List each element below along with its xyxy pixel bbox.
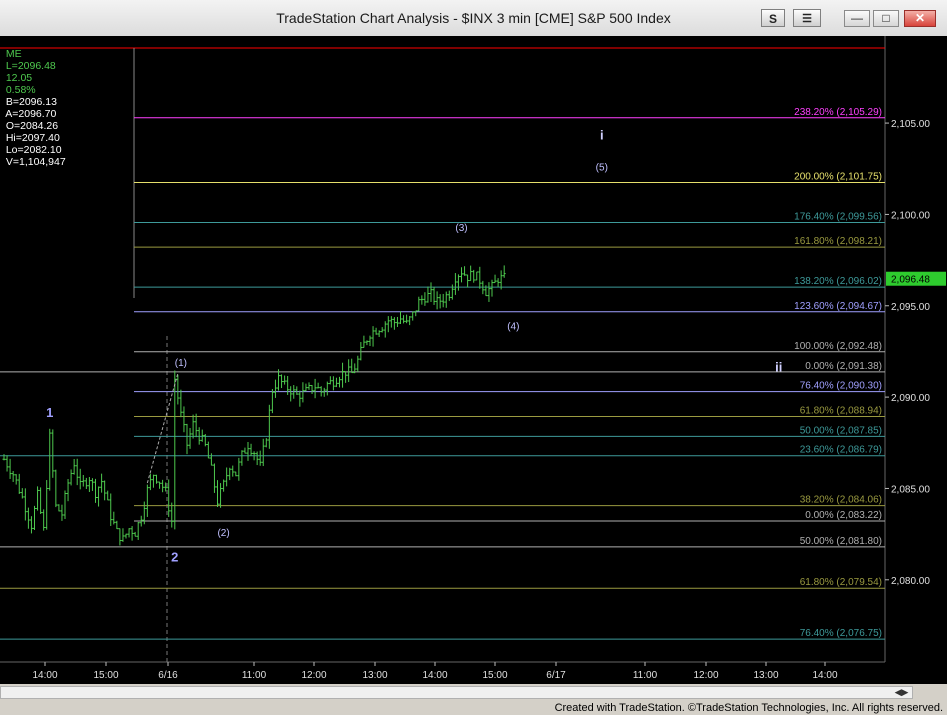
fib-upper-label: 238.20% (2,105.29)	[794, 107, 882, 118]
symbol-link-button[interactable]: S	[761, 9, 785, 27]
y-axis-tick-label: 2,105.00	[891, 119, 930, 130]
wave-label: i	[600, 128, 604, 143]
x-axis-tick-label: 12:00	[693, 670, 718, 681]
status-volume: V=1,104,947	[5, 156, 66, 168]
fib-lower-label: 0.00% (2,091.38)	[805, 361, 882, 372]
toolbar-menu-button[interactable]: ☰	[793, 9, 821, 27]
fib-upper-label: 176.40% (2,099.56)	[794, 211, 882, 222]
x-axis-tick-label: 14:00	[812, 670, 837, 681]
fib-lower-label: 76.40% (2,076.75)	[800, 628, 882, 639]
x-axis-tick-label: 12:00	[301, 670, 326, 681]
status-change-pct: 0.58%	[5, 84, 36, 96]
fib-upper-label: 61.80% (2,088.94)	[800, 405, 882, 416]
fib-lower-label: 50.00% (2,081.80)	[800, 536, 882, 547]
fib-upper-label: 50.00% (2,087.85)	[800, 425, 882, 436]
x-axis-tick-label: 14:00	[422, 670, 447, 681]
x-axis-tick-label: 14:00	[32, 670, 57, 681]
wave-label: ii	[775, 360, 782, 375]
fib-upper-label: 100.00% (2,092.48)	[794, 341, 882, 352]
fib-upper-label: 0.00% (2,083.22)	[805, 510, 882, 521]
status-bid: B=2096.13	[5, 96, 57, 108]
status-last: L=2096.48	[5, 60, 56, 72]
close-button[interactable]: ✕	[904, 10, 936, 27]
y-axis-tick-label: 2,085.00	[891, 484, 930, 495]
wave-label: (4)	[507, 322, 519, 333]
last-price-label: 2,096.48	[891, 275, 930, 286]
x-axis-tick-label: 15:00	[93, 670, 118, 681]
x-axis-tick-label: 15:00	[482, 670, 507, 681]
horizontal-scrollbar[interactable]	[0, 686, 913, 699]
wave-label: (3)	[455, 223, 467, 234]
status-open: O=2084.26	[5, 120, 59, 132]
wave-label: (5)	[596, 163, 608, 174]
wave-label: (1)	[175, 358, 187, 369]
fib-upper-label: 138.20% (2,096.02)	[794, 276, 882, 287]
wave-label: 2	[171, 550, 178, 565]
x-axis-tick-label: 6/16	[158, 670, 178, 681]
y-axis-tick-label: 2,100.00	[891, 210, 930, 221]
status-bar: ME L=2096.48 12.05 0.58% B=2096.13 A=209…	[0, 36, 65, 168]
x-axis-tick-label: 13:00	[362, 670, 387, 681]
fib-upper-label: 161.80% (2,098.21)	[794, 236, 882, 247]
fib-upper-label: 38.20% (2,084.06)	[800, 495, 882, 506]
y-axis-tick-label: 2,095.00	[891, 302, 930, 313]
chart-area[interactable]: 238.20% (2,105.29) 200.00% (2,101.75) 176.…	[0, 36, 947, 684]
fib-lower-label: 61.80% (2,079.54)	[800, 577, 882, 588]
y-axis-tick-label: 2,090.00	[891, 393, 930, 404]
status-low: Lo=2082.10	[5, 144, 62, 156]
status-change: 12.05	[5, 72, 33, 84]
status-symbol: ME	[5, 48, 22, 60]
fib-upper-label: 123.60% (2,094.67)	[794, 301, 882, 312]
fib-lower-label: 23.60% (2,086.79)	[800, 445, 882, 456]
fib-upper-label: 76.40% (2,090.30)	[800, 381, 882, 392]
x-axis-tick-label: 6/17	[546, 670, 566, 681]
status-high: Hi=2097.40	[5, 132, 60, 144]
price-chart[interactable]: 238.20% (2,105.29)200.00% (2,101.75)176.…	[0, 36, 947, 684]
minimize-button[interactable]: —	[844, 10, 870, 27]
maximize-button[interactable]: □	[873, 10, 899, 27]
fib-upper-label: 200.00% (2,101.75)	[794, 171, 882, 182]
wave-label: 1	[46, 405, 53, 420]
x-axis-tick-label: 13:00	[753, 670, 778, 681]
status-ask: A=2096.70	[5, 108, 57, 120]
x-axis-tick-label: 11:00	[242, 670, 267, 681]
footer-credit: Created with TradeStation. ©TradeStation…	[554, 702, 943, 714]
y-axis-tick-label: 2,080.00	[891, 576, 930, 587]
scroll-right-icon[interactable]: ◀▶	[894, 687, 909, 698]
x-axis-tick-label: 11:00	[633, 670, 658, 681]
wave-connector-line	[146, 373, 179, 484]
wave-label: (2)	[217, 528, 229, 539]
window-titlebar: TradeStation Chart Analysis - $INX 3 min…	[0, 0, 947, 37]
